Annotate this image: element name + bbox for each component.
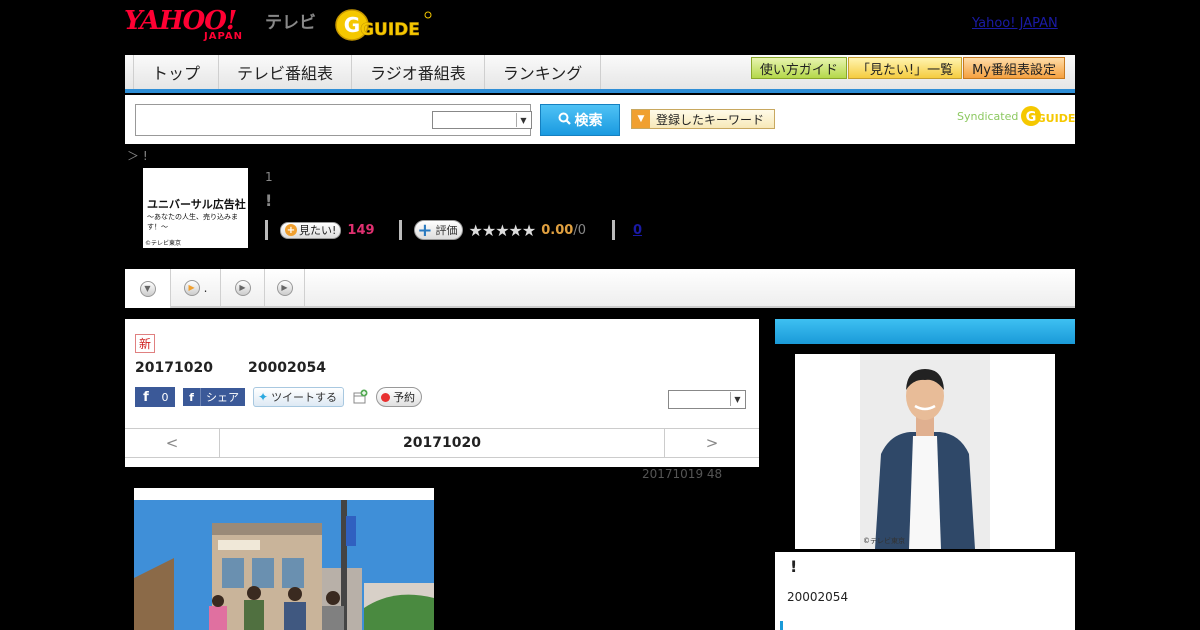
search-button[interactable]: 検索 xyxy=(540,104,620,136)
social-buttons: f 0 f シェア ✦ ツイートする 予約 xyxy=(135,387,423,407)
facebook-icon: f xyxy=(136,388,156,406)
svg-text:G: G xyxy=(1026,110,1037,125)
watchlist-button[interactable]: 「見たい!」一覧 xyxy=(847,57,963,79)
episode-info-box: 新 20171020 20002054 f 0 f シェア ✦ ツイートする 予… xyxy=(125,319,759,467)
want-to-watch-button[interactable]: + 見たい! xyxy=(280,221,342,239)
divider xyxy=(611,220,615,240)
program-thumbnail: ユニバーサル広告社 ～あなたの人生、売り込みます！～ ©テレビ東京 xyxy=(143,168,248,248)
cast-sidebar: ©テレビ東京 ! 20002054 xyxy=(775,319,1075,630)
current-date: 20171020 xyxy=(403,435,481,451)
episode-select[interactable]: ▼ xyxy=(668,390,746,409)
yahoo-japan-top-link[interactable]: Yahoo! JAPAN xyxy=(972,16,1058,31)
tab-2[interactable]: ▶ . xyxy=(171,269,221,306)
triangle-down-icon: ▼ xyxy=(632,110,650,128)
svg-text:G: G xyxy=(344,13,360,37)
main-navbar: トップ テレビ番組表 ラジオ番組表 ランキング 使い方ガイド 「見たい!」一覧 … xyxy=(125,55,1075,93)
plus-icon: + xyxy=(285,224,297,236)
chevron-down-icon: ▼ xyxy=(730,392,744,406)
svg-text:GUIDE: GUIDE xyxy=(1037,112,1076,125)
twitter-bird-icon: ✦ xyxy=(258,390,269,404)
chevron-down-icon: ▼ xyxy=(516,113,530,127)
chevron-down-icon: ▼ xyxy=(139,280,156,297)
facebook-share-button[interactable]: f シェア xyxy=(183,388,245,406)
previous-date-button[interactable]: < xyxy=(125,429,220,457)
yahoo-japan-logo[interactable]: YAHOO! JAPAN xyxy=(124,6,262,42)
tv-logo-label[interactable]: テレビ xyxy=(265,8,316,33)
registered-keywords-button[interactable]: ▼ 登録したキーワード xyxy=(631,109,775,129)
program-main-image xyxy=(134,488,434,630)
tab-4[interactable]: ▶ xyxy=(265,269,305,306)
broadcast-time: 20002054 xyxy=(248,360,326,376)
cast-name: ! xyxy=(790,557,798,576)
search-icon xyxy=(558,112,571,129)
play-icon: ▶ xyxy=(276,279,293,296)
search-bar: ▼ 検索 ▼ 登録したキーワード Syndicated G GUIDE xyxy=(125,95,1076,144)
nav-right-buttons: 使い方ガイド 「見たい!」一覧 My番組表設定 xyxy=(750,57,1065,79)
search-category-select[interactable]: ▼ xyxy=(432,111,532,129)
sidebar-header xyxy=(775,319,1075,344)
broadcast-date: 20171020 xyxy=(135,360,213,376)
next-date-button[interactable]: > xyxy=(664,429,759,457)
tab-1[interactable]: ▼ xyxy=(125,269,171,308)
cast-image-frame: ©テレビ東京 xyxy=(775,344,1075,552)
rating-stars: ★★★★★ xyxy=(468,220,537,240)
record-reserve-button[interactable]: 予約 xyxy=(376,387,423,407)
facebook-icon: f xyxy=(183,388,201,406)
new-badge: 新 xyxy=(135,334,155,353)
section-marker xyxy=(780,621,783,630)
plus-icon: + xyxy=(417,219,433,241)
episode-number: 1 xyxy=(265,170,273,184)
facebook-like-button[interactable]: f 0 xyxy=(135,387,175,407)
nav-item-ranking[interactable]: ランキング xyxy=(483,55,602,89)
content-tabs: ▼ ▶ . ▶ ▶ xyxy=(125,269,1075,308)
usage-guide-button[interactable]: 使い方ガイド xyxy=(750,57,847,79)
want-to-watch-count: 149 xyxy=(347,222,375,238)
nav-items: トップ テレビ番組表 ラジオ番組表 ランキング xyxy=(133,55,602,89)
program-stats: + 見たい! 149 + 評価 ★★★★★ 0.00 /0 0 xyxy=(265,219,642,241)
review-count-link[interactable]: 0 xyxy=(633,223,642,238)
tweet-button[interactable]: ✦ ツイートする xyxy=(253,387,345,407)
divider xyxy=(399,220,403,240)
nav-item-top[interactable]: トップ xyxy=(133,55,218,89)
tab-3[interactable]: ▶ xyxy=(221,269,265,306)
record-dot-icon xyxy=(381,392,391,402)
nav-item-radio-listings[interactable]: ラジオ番組表 xyxy=(351,55,484,89)
nav-item-tv-listings[interactable]: テレビ番組表 xyxy=(218,55,351,89)
gguide-logo[interactable]: G GUIDE xyxy=(334,8,434,42)
breadcrumb: ＞ ! xyxy=(127,149,148,163)
rate-button[interactable]: + 評価 xyxy=(414,219,463,241)
cast-broadcast-time: 20002054 xyxy=(787,590,849,604)
my-listing-settings-button[interactable]: My番組表設定 xyxy=(963,57,1065,79)
syndicated-gguide-logo: Syndicated G GUIDE xyxy=(957,105,1076,127)
divider xyxy=(265,220,268,240)
play-icon: ▶ xyxy=(234,279,251,296)
add-to-calendar-icon[interactable] xyxy=(352,389,368,405)
date-navigation: < 20171020 > xyxy=(125,428,759,458)
svg-text:GUIDE: GUIDE xyxy=(360,20,420,40)
image-copyright: ©テレビ東京 xyxy=(863,537,905,545)
cast-photo: ©テレビ東京 xyxy=(795,354,1055,549)
program-title: ! xyxy=(265,191,273,210)
play-icon: ▶ xyxy=(183,279,200,296)
rating-count: /0 xyxy=(573,222,586,238)
rating-score: 0.00 xyxy=(541,222,574,238)
updated-timestamp: 20171019 48 xyxy=(642,467,723,481)
